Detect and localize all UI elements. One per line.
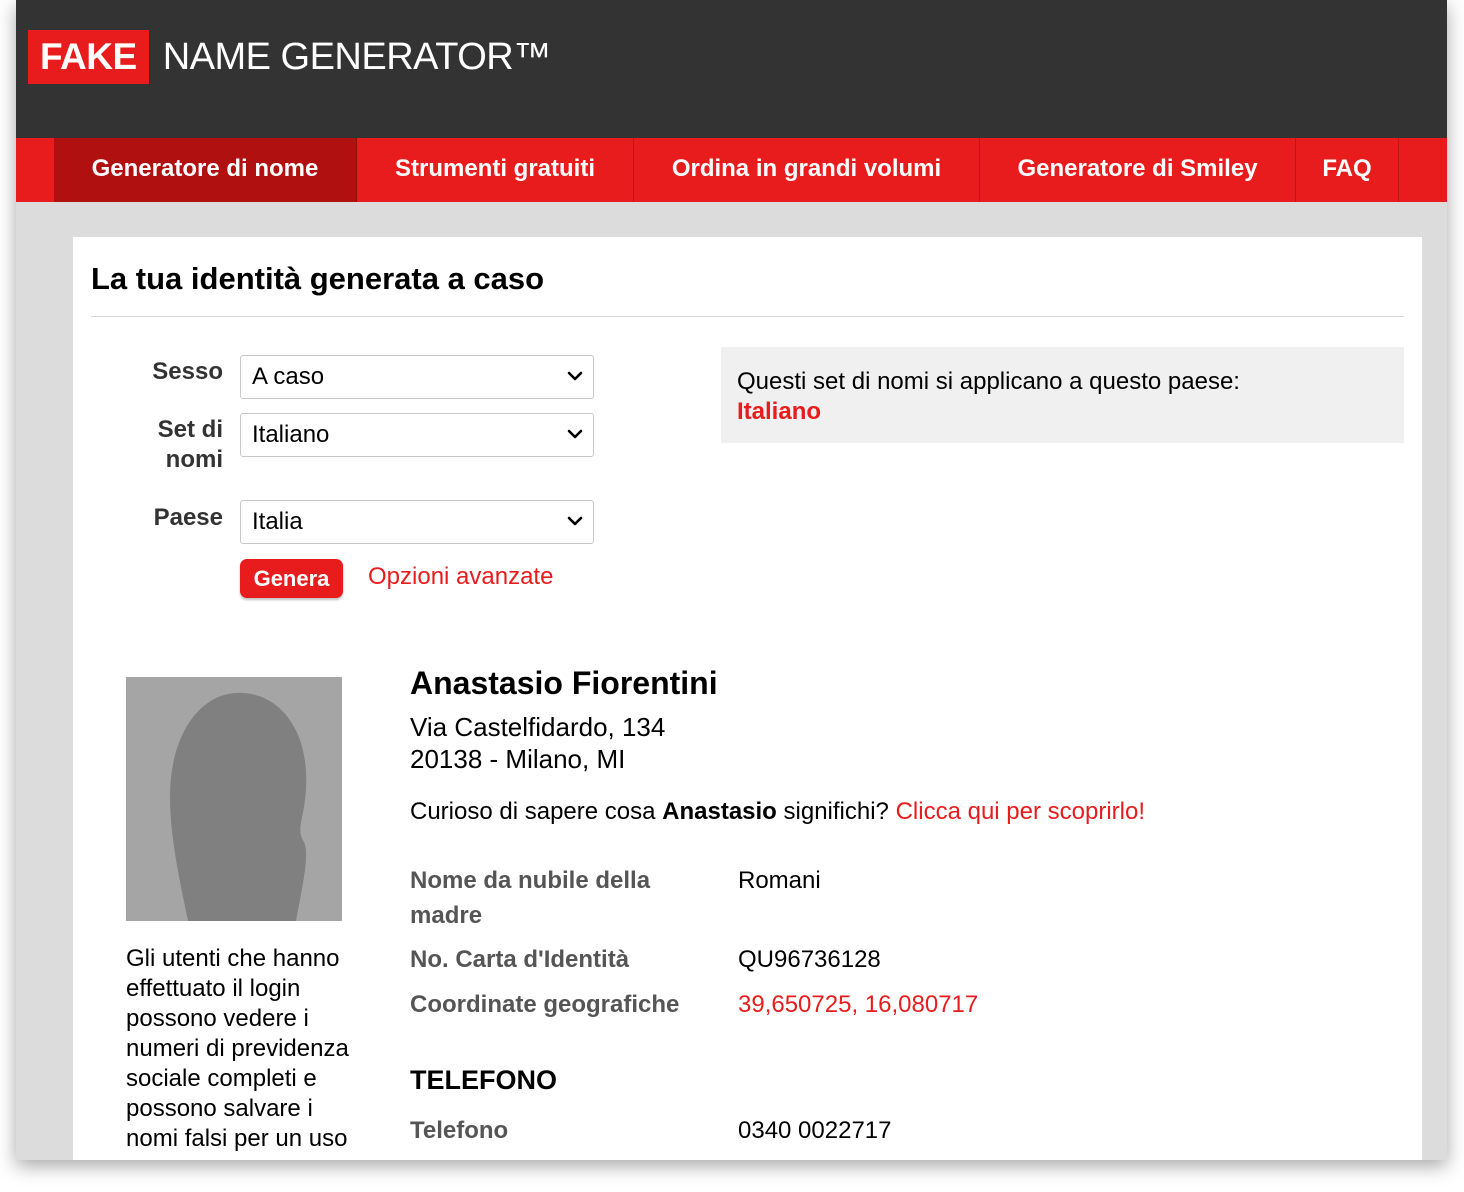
login-note-line: possono vedere i xyxy=(126,1005,309,1032)
maiden-label-line1: Nome da nubile della xyxy=(410,867,651,894)
nameset-label-line2: nomi xyxy=(165,446,223,473)
nav-strumenti-gratuiti[interactable]: Strumenti gratuiti xyxy=(357,138,634,202)
advanced-options-link[interactable]: Opzioni avanzate xyxy=(368,563,553,591)
nav-faq[interactable]: FAQ xyxy=(1296,138,1399,202)
login-note-line: numeri di previdenza xyxy=(126,1035,349,1062)
maiden-label-line2: madre xyxy=(410,902,483,929)
phone-value: 0340 0022717 xyxy=(738,1117,892,1144)
info-box-text: Questi set di nomi si applicano a questo… xyxy=(737,368,1240,395)
site-header: FAKE NAME GENERATOR™ xyxy=(16,0,1447,138)
maiden-name-label: Nome da nubile della madre xyxy=(410,863,710,933)
address-line2: 20138 - Milano, MI xyxy=(410,744,626,774)
info-box-country: Italiano xyxy=(737,398,822,425)
identity-address: Via Castelfidardo, 134 20138 - Milano, M… xyxy=(410,711,665,775)
browser-page: FAKE NAME GENERATOR™ Generatore di nome … xyxy=(16,0,1447,1160)
meaning-name: Anastasio xyxy=(662,798,777,825)
geo-coordinates-link[interactable]: 39,650725, 16,080717 xyxy=(738,987,978,1022)
chevron-down-icon xyxy=(567,371,583,381)
maiden-name-value: Romani xyxy=(738,867,821,894)
login-note-line: Gli utenti che hanno xyxy=(126,945,340,972)
login-note-line: sociale completi e xyxy=(126,1065,317,1092)
logo-text: NAME GENERATOR™ xyxy=(162,35,552,78)
id-card-label: No. Carta d'Identità xyxy=(410,946,630,973)
paese-select[interactable]: Italia xyxy=(240,500,594,544)
nameset-select-value: Italiano xyxy=(252,421,330,448)
phone-section-heading: TELEFONO xyxy=(410,1065,557,1095)
sesso-label: Sesso xyxy=(152,358,223,385)
nameset-info-box: Questi set di nomi si applicano a questo… xyxy=(721,347,1404,443)
sesso-select-value: A caso xyxy=(252,363,325,390)
meaning-prefix: Curioso di sapere cosa xyxy=(410,798,656,825)
paese-label: Paese xyxy=(153,504,223,531)
nameset-label: Set di nomi xyxy=(88,415,223,475)
nav-ordina-grandi-volumi[interactable]: Ordina in grandi volumi xyxy=(634,138,980,202)
login-note-line: possono salvare i xyxy=(126,1095,313,1122)
avatar-silhouette xyxy=(126,677,342,921)
phone-label: Telefono xyxy=(410,1117,509,1144)
geo-coordinates-label: Coordinate geografiche xyxy=(410,991,680,1018)
main-nav: Generatore di nome Strumenti gratuiti Or… xyxy=(16,138,1447,202)
page-title: La tua identità generata a caso xyxy=(91,261,545,296)
name-meaning-link[interactable]: Clicca qui per scoprirlo! xyxy=(896,798,1145,825)
nav-generatore-smiley[interactable]: Generatore di Smiley xyxy=(980,138,1296,202)
identity-name: Anastasio Fiorentini xyxy=(410,665,718,701)
meaning-suffix: significhi? xyxy=(783,798,889,825)
login-note: Gli utenti che hanno effettuato il login… xyxy=(126,944,366,1154)
id-card-value: QU96736128 xyxy=(738,946,881,973)
nav-generatore-di-nome[interactable]: Generatore di nome xyxy=(54,138,357,202)
login-note-line: nomi falsi per un uso xyxy=(126,1125,348,1152)
paese-select-value: Italia xyxy=(252,508,303,535)
person-silhouette-icon xyxy=(126,677,342,921)
nameset-label-line1: Set di xyxy=(157,416,223,443)
title-divider xyxy=(91,316,1404,317)
site-logo[interactable]: FAKE NAME GENERATOR™ xyxy=(28,30,551,84)
name-meaning-line: Curioso di sapere cosa Anastasio signifi… xyxy=(410,798,1145,826)
login-note-line: effettuato il login xyxy=(126,975,301,1002)
chevron-down-icon xyxy=(567,516,583,526)
sesso-select[interactable]: A caso xyxy=(240,355,594,399)
chevron-down-icon xyxy=(567,429,583,439)
logo-fake-badge: FAKE xyxy=(28,30,149,84)
main-content: La tua identità generata a caso Sesso A … xyxy=(73,237,1422,1160)
generate-button[interactable]: Genera xyxy=(240,559,343,598)
nameset-select[interactable]: Italiano xyxy=(240,413,594,457)
address-line1: Via Castelfidardo, 134 xyxy=(410,712,666,742)
